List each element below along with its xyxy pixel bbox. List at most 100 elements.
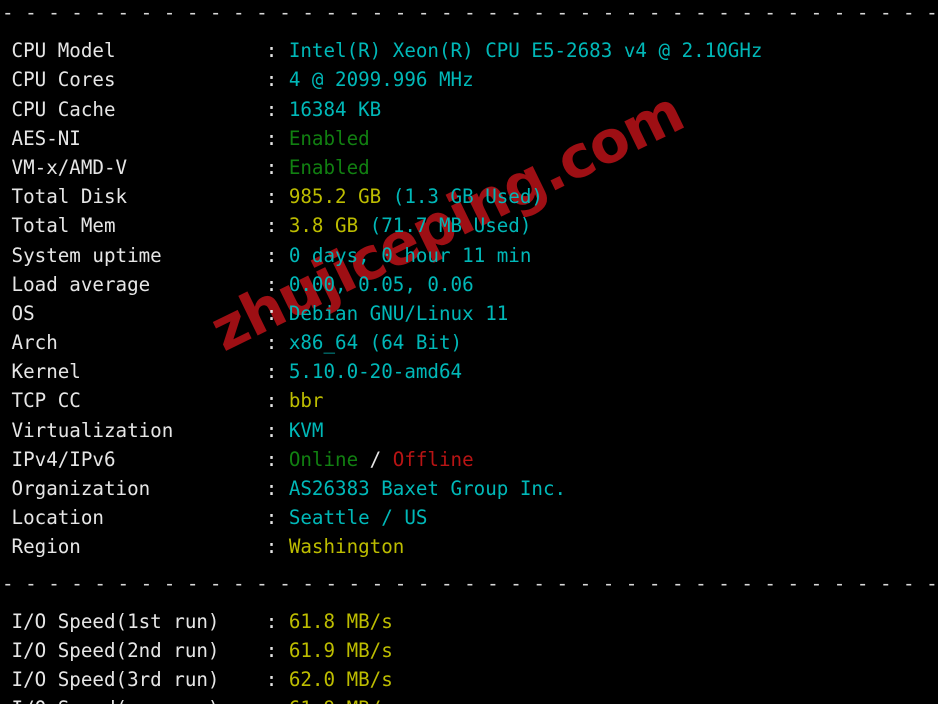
colon-separator: : bbox=[265, 389, 289, 413]
sysinfo-value: 4 @ 2099.996 MHz bbox=[288, 68, 474, 92]
colon-separator: : bbox=[265, 155, 289, 179]
spacer-top bbox=[0, 27, 938, 36]
sysinfo-value: 16384 KB bbox=[288, 97, 382, 121]
colon-separator: : bbox=[265, 214, 289, 238]
terminal-output: - - - - - - - - - - - - - - - - - - - - … bbox=[0, 0, 938, 704]
separator-line-middle: - - - - - - - - - - - - - - - - - - - - … bbox=[2, 571, 938, 595]
sysinfo-value: 0.00, 0.05, 0.06 bbox=[288, 272, 474, 296]
sysinfo-value: KVM bbox=[288, 418, 324, 442]
iospeed-row: I/O Speed(average) : 61.9 MB/s bbox=[0, 694, 938, 704]
sysinfo-value: Debian GNU/Linux 11 bbox=[288, 301, 509, 325]
sysinfo-row: Virtualization : KVM bbox=[0, 416, 938, 445]
sysinfo-row: AES-NI : Enabled bbox=[0, 124, 938, 153]
sysinfo-row: Total Disk : 985.2 GB (1.3 GB Used) bbox=[0, 182, 938, 211]
sysinfo-value: 5.10.0-20-amd64 bbox=[288, 360, 463, 384]
iospeed-value: 61.8 MB/s bbox=[288, 609, 393, 633]
sysinfo-value: 0 days, 0 hour 11 min bbox=[288, 243, 532, 267]
sysinfo-row: Organization : AS26383 Baxet Group Inc. bbox=[0, 474, 938, 503]
colon-separator: : bbox=[265, 97, 289, 121]
separator-line-top: - - - - - - - - - - - - - - - - - - - - … bbox=[2, 1, 938, 24]
sysinfo-row: TCP CC : bbr bbox=[0, 386, 938, 415]
sysinfo-row: Total Mem : 3.8 GB (71.7 MB Used) bbox=[0, 211, 938, 240]
sysinfo-value: Offline bbox=[392, 447, 474, 471]
terminal-window[interactable]: zhujiceping.com - - - - - - - - - - - - … bbox=[0, 0, 938, 704]
colon-separator: : bbox=[265, 68, 289, 92]
colon-separator: : bbox=[265, 535, 289, 559]
sysinfo-label: TCP CC bbox=[0, 389, 266, 413]
sysinfo-row: Arch : x86_64 (64 Bit) bbox=[0, 328, 938, 357]
sysinfo-label: OS bbox=[0, 301, 266, 325]
colon-separator: : bbox=[265, 39, 289, 63]
colon-separator: : bbox=[265, 668, 289, 692]
iospeed-row: I/O Speed(2nd run) : 61.9 MB/s bbox=[0, 636, 938, 665]
sysinfo-value: x86_64 (64 Bit) bbox=[288, 331, 463, 355]
sysinfo-row: CPU Model : Intel(R) Xeon(R) CPU E5-2683… bbox=[0, 36, 938, 65]
sysinfo-value: 3.8 GB bbox=[288, 214, 370, 238]
iospeed-value: 62.0 MB/s bbox=[288, 668, 393, 692]
sysinfo-value: (1.3 GB Used) bbox=[392, 185, 543, 209]
sysinfo-row: Region : Washington bbox=[0, 532, 938, 561]
sysinfo-label: Kernel bbox=[0, 360, 266, 384]
io-speed-list: I/O Speed(1st run) : 61.8 MB/s I/O Speed… bbox=[0, 607, 938, 704]
iospeed-row: I/O Speed(3rd run) : 62.0 MB/s bbox=[0, 665, 938, 694]
sysinfo-label: Load average bbox=[0, 272, 266, 296]
sysinfo-row: OS : Debian GNU/Linux 11 bbox=[0, 299, 938, 328]
sysinfo-row: VM-x/AMD-V : Enabled bbox=[0, 153, 938, 182]
sysinfo-label: Location bbox=[0, 506, 266, 530]
colon-separator: : bbox=[265, 447, 289, 471]
sysinfo-label: System uptime bbox=[0, 243, 266, 267]
sysinfo-label: Virtualization bbox=[0, 418, 266, 442]
sysinfo-label: Organization bbox=[0, 477, 266, 500]
iospeed-row: I/O Speed(1st run) : 61.8 MB/s bbox=[0, 607, 938, 636]
sysinfo-label: Total Mem bbox=[0, 214, 266, 238]
sysinfo-row: CPU Cache : 16384 KB bbox=[0, 95, 938, 124]
iospeed-label: I/O Speed(2nd run) bbox=[0, 638, 266, 662]
sysinfo-row: Load average : 0.00, 0.05, 0.06 bbox=[0, 270, 938, 299]
iospeed-label: I/O Speed(1st run) bbox=[0, 609, 266, 633]
sysinfo-row: System uptime : 0 days, 0 hour 11 min bbox=[0, 241, 938, 270]
sysinfo-value: Intel(R) Xeon(R) CPU E5-2683 v4 @ 2.10GH… bbox=[288, 39, 763, 63]
sysinfo-label: CPU Model bbox=[0, 39, 266, 63]
colon-separator: : bbox=[265, 243, 289, 267]
colon-separator: : bbox=[265, 272, 289, 296]
sysinfo-row: CPU Cores : 4 @ 2099.996 MHz bbox=[0, 65, 938, 94]
iospeed-value: 61.9 MB/s bbox=[288, 638, 393, 662]
sysinfo-label: Arch bbox=[0, 331, 266, 355]
colon-separator: : bbox=[265, 360, 289, 384]
colon-separator: : bbox=[265, 638, 289, 662]
iospeed-label: I/O Speed(average) bbox=[0, 697, 266, 704]
sysinfo-label: Total Disk bbox=[0, 185, 266, 209]
sysinfo-label: CPU Cache bbox=[0, 97, 266, 121]
sysinfo-row: Kernel : 5.10.0-20-amd64 bbox=[0, 357, 938, 386]
sysinfo-value: (71.7 MB Used) bbox=[369, 214, 532, 238]
colon-separator: : bbox=[265, 418, 289, 442]
sysinfo-row: IPv4/IPv6 : Online / Offline bbox=[0, 445, 938, 474]
sysinfo-label: CPU Cores bbox=[0, 68, 266, 92]
sysinfo-value: Washington bbox=[288, 535, 405, 559]
iospeed-label: I/O Speed(3rd run) bbox=[0, 668, 266, 692]
colon-separator: : bbox=[265, 126, 289, 150]
colon-separator: : bbox=[265, 477, 289, 500]
sysinfo-label: VM-x/AMD-V bbox=[0, 155, 266, 179]
sysinfo-value: 985.2 GB bbox=[288, 185, 393, 209]
sysinfo-value: Seattle / US bbox=[288, 506, 428, 530]
colon-separator: : bbox=[265, 185, 289, 209]
iospeed-value: 61.9 MB/s bbox=[289, 697, 393, 704]
sysinfo-label: AES-NI bbox=[0, 126, 266, 150]
sysinfo-value: bbr bbox=[288, 389, 324, 413]
sysinfo-row: Location : Seattle / US bbox=[0, 503, 938, 532]
colon-separator: : bbox=[265, 301, 289, 325]
sysinfo-label: Region bbox=[0, 535, 266, 559]
sysinfo-value: AS26383 Baxet Group Inc. bbox=[288, 477, 567, 500]
sysinfo-value: Enabled bbox=[288, 155, 370, 179]
sysinfo-label: IPv4/IPv6 bbox=[0, 447, 266, 471]
system-info-list: CPU Model : Intel(R) Xeon(R) CPU E5-2683… bbox=[0, 36, 938, 561]
spacer-io bbox=[0, 598, 938, 607]
colon-separator: : bbox=[265, 506, 289, 530]
sysinfo-value: Online bbox=[288, 447, 359, 471]
colon-separator: : bbox=[266, 697, 289, 704]
colon-separator: : bbox=[265, 609, 289, 633]
sysinfo-value: Enabled bbox=[288, 126, 370, 150]
spacer-mid bbox=[0, 562, 938, 569]
sysinfo-value: / bbox=[358, 447, 393, 471]
